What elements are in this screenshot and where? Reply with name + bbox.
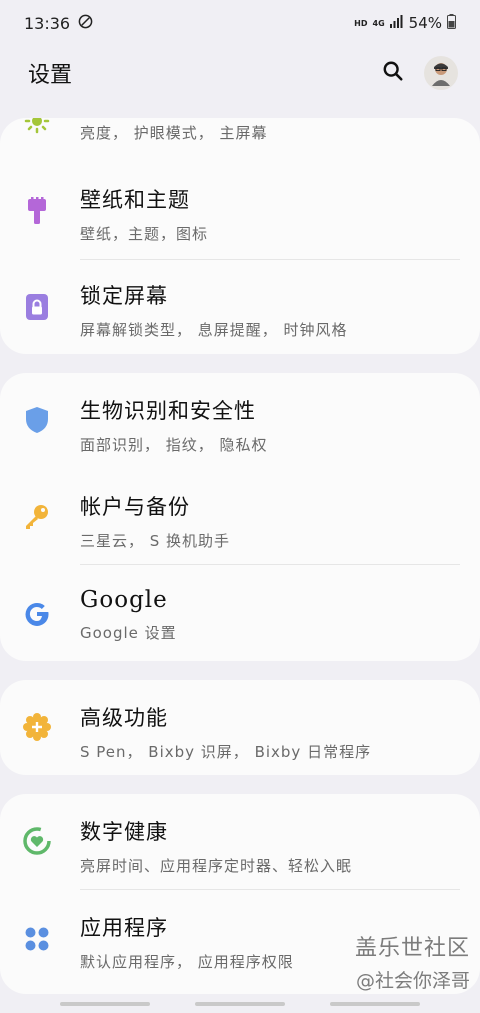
apps-icon xyxy=(22,924,52,954)
item-subtitle: 壁纸，主题，图标 xyxy=(80,225,209,243)
signal-icon xyxy=(389,14,404,32)
item-title: 锁定屏幕 xyxy=(80,284,168,308)
gear-plus-icon xyxy=(22,712,52,742)
shield-icon xyxy=(22,405,52,435)
item-subtitle: 面部识别， 指纹， 隐私权 xyxy=(80,436,268,454)
item-title: 数字健康 xyxy=(80,820,168,844)
hd-indicator: HD xyxy=(354,18,368,28)
settings-item-accounts[interactable]: 帐户与备份 三星云， S 换机助手 xyxy=(0,469,480,565)
network-type: 4G xyxy=(372,18,385,28)
key-icon xyxy=(22,501,52,531)
nav-back-button[interactable] xyxy=(330,1002,420,1006)
paintbrush-icon xyxy=(22,196,52,226)
nav-home-button[interactable] xyxy=(195,1002,285,1006)
app-header: 设置 xyxy=(0,46,480,100)
page-title: 设置 xyxy=(28,63,73,88)
watermark-title: 盖乐世社区 xyxy=(354,936,470,961)
battery-icon xyxy=(447,13,456,33)
watermark: 盖乐世社区 @社会你泽哥 xyxy=(355,930,470,993)
item-title: 生物识别和安全性 xyxy=(80,399,256,423)
item-subtitle: Google 设置 xyxy=(80,624,177,642)
search-icon[interactable] xyxy=(382,60,404,86)
clock: 13:36 xyxy=(24,13,71,33)
settings-item-advanced[interactable]: 高级功能 S Pen， Bixby 识屏， Bixby 日常程序 xyxy=(0,680,480,775)
avatar[interactable] xyxy=(424,56,458,90)
item-subtitle: S Pen， Bixby 识屏， Bixby 日常程序 xyxy=(80,743,372,761)
item-title: 壁纸和主题 xyxy=(80,188,190,212)
item-title: Google xyxy=(80,587,168,613)
navigation-bar xyxy=(0,996,480,1013)
settings-item-google[interactable]: Google Google 设置 xyxy=(0,565,480,661)
nav-recents-button[interactable] xyxy=(60,1002,150,1006)
brightness-icon xyxy=(22,118,52,136)
settings-item-wellbeing[interactable]: 数字健康 亮屏时间、应用程序定时器、轻松入眠 xyxy=(0,794,480,890)
settings-item-lockscreen[interactable]: 锁定屏幕 屏幕解锁类型， 息屏提醒， 时钟风格 xyxy=(0,260,480,354)
battery-percent: 54% xyxy=(408,14,442,32)
settings-card-security: 生物识别和安全性 面部识别， 指纹， 隐私权 帐户与备份 三星云， S 换机助手… xyxy=(0,373,480,661)
settings-item-wallpaper[interactable]: 壁纸和主题 壁纸，主题，图标 xyxy=(0,164,480,260)
settings-card-display: 亮度， 护眼模式， 主屏幕 壁纸和主题 壁纸，主题，图标 锁定屏幕 屏幕解锁类型… xyxy=(0,118,480,354)
status-bar: 13:36 HD 4G 54% xyxy=(0,0,480,46)
item-subtitle: 三星云， S 换机助手 xyxy=(80,532,231,550)
settings-item-biometrics[interactable]: 生物识别和安全性 面部识别， 指纹， 隐私权 xyxy=(0,373,480,469)
wellbeing-icon xyxy=(22,826,52,856)
nfc-icon xyxy=(78,14,93,33)
item-title: 高级功能 xyxy=(80,706,168,730)
item-subtitle: 屏幕解锁类型， 息屏提醒， 时钟风格 xyxy=(80,321,348,339)
google-icon xyxy=(22,599,52,629)
settings-item-display[interactable]: 亮度， 护眼模式， 主屏幕 xyxy=(0,118,480,164)
lock-icon xyxy=(22,292,52,322)
settings-card-advanced: 高级功能 S Pen， Bixby 识屏， Bixby 日常程序 xyxy=(0,680,480,775)
watermark-author: @社会你泽哥 xyxy=(355,970,470,992)
item-subtitle: 亮屏时间、应用程序定时器、轻松入眠 xyxy=(80,857,353,875)
item-subtitle: 亮度， 护眼模式， 主屏幕 xyxy=(80,124,268,142)
item-title: 帐户与备份 xyxy=(80,495,190,519)
